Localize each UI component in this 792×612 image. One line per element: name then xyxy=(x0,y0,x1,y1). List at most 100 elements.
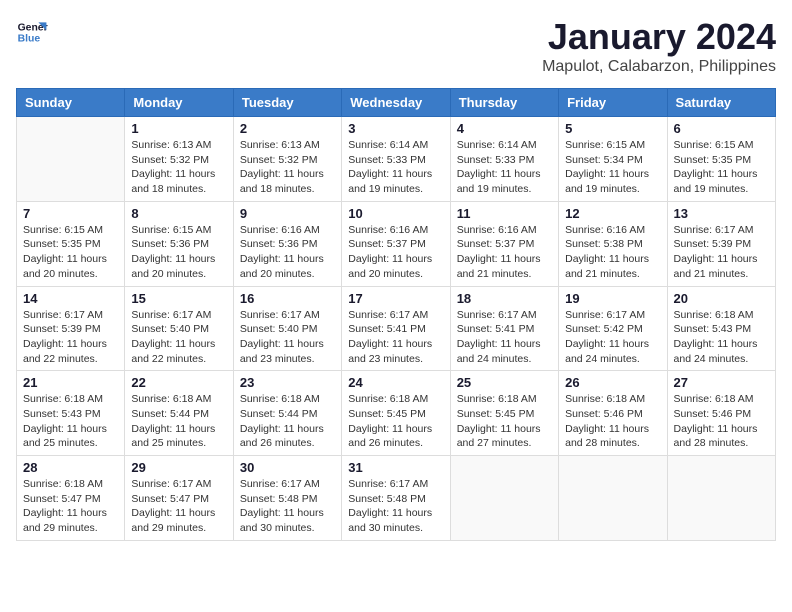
day-number: 28 xyxy=(23,460,118,475)
day-number: 27 xyxy=(674,375,769,390)
day-number: 3 xyxy=(348,121,443,136)
day-info: Sunrise: 6:17 AM Sunset: 5:40 PM Dayligh… xyxy=(131,308,226,367)
calendar-cell: 9 Sunrise: 6:16 AM Sunset: 5:36 PM Daylig… xyxy=(233,201,341,286)
day-info: Sunrise: 6:16 AM Sunset: 5:37 PM Dayligh… xyxy=(348,223,443,282)
day-info: Sunrise: 6:14 AM Sunset: 5:33 PM Dayligh… xyxy=(457,138,552,197)
calendar-cell: 6 Sunrise: 6:15 AM Sunset: 5:35 PM Daylig… xyxy=(667,117,775,202)
day-number: 24 xyxy=(348,375,443,390)
calendar-cell: 15 Sunrise: 6:17 AM Sunset: 5:40 PM Dayli… xyxy=(125,286,233,371)
day-info: Sunrise: 6:18 AM Sunset: 5:44 PM Dayligh… xyxy=(240,392,335,451)
calendar-cell: 24 Sunrise: 6:18 AM Sunset: 5:45 PM Dayli… xyxy=(342,371,450,456)
day-number: 4 xyxy=(457,121,552,136)
calendar-cell xyxy=(667,456,775,541)
day-info: Sunrise: 6:17 AM Sunset: 5:39 PM Dayligh… xyxy=(674,223,769,282)
day-number: 9 xyxy=(240,206,335,221)
title-block: January 2024 Mapulot, Calabarzon, Philip… xyxy=(542,16,776,76)
week-row-5: 28 Sunrise: 6:18 AM Sunset: 5:47 PM Dayli… xyxy=(17,456,776,541)
calendar-header: SundayMondayTuesdayWednesdayThursdayFrid… xyxy=(17,89,776,117)
day-number: 20 xyxy=(674,291,769,306)
calendar-cell: 29 Sunrise: 6:17 AM Sunset: 5:47 PM Dayli… xyxy=(125,456,233,541)
calendar-cell: 25 Sunrise: 6:18 AM Sunset: 5:45 PM Dayli… xyxy=(450,371,558,456)
calendar-cell: 3Sunrise: 6:14 AM Sunset: 5:33 PM Daylig… xyxy=(342,117,450,202)
calendar-cell: 28 Sunrise: 6:18 AM Sunset: 5:47 PM Dayli… xyxy=(17,456,125,541)
day-info: Sunrise: 6:17 AM Sunset: 5:41 PM Dayligh… xyxy=(457,308,552,367)
day-info: Sunrise: 6:17 AM Sunset: 5:48 PM Dayligh… xyxy=(348,477,443,536)
page-title: January 2024 xyxy=(542,16,776,58)
svg-text:Blue: Blue xyxy=(18,34,41,45)
calendar-cell: 19Sunrise: 6:17 AM Sunset: 5:42 PM Dayli… xyxy=(559,286,667,371)
day-number: 7 xyxy=(23,206,118,221)
day-info: Sunrise: 6:15 AM Sunset: 5:34 PM Dayligh… xyxy=(565,138,660,197)
page-subtitle: Mapulot, Calabarzon, Philippines xyxy=(542,58,776,76)
day-number: 2 xyxy=(240,121,335,136)
calendar-cell: 16 Sunrise: 6:17 AM Sunset: 5:40 PM Dayli… xyxy=(233,286,341,371)
day-info: Sunrise: 6:16 AM Sunset: 5:38 PM Dayligh… xyxy=(565,223,660,282)
day-number: 10 xyxy=(348,206,443,221)
day-number: 30 xyxy=(240,460,335,475)
col-header-saturday: Saturday xyxy=(667,89,775,117)
day-number: 22 xyxy=(131,375,226,390)
calendar-cell: 17Sunrise: 6:17 AM Sunset: 5:41 PM Dayli… xyxy=(342,286,450,371)
day-number: 29 xyxy=(131,460,226,475)
calendar-cell: 20 Sunrise: 6:18 AM Sunset: 5:43 PM Dayli… xyxy=(667,286,775,371)
calendar-cell: 1 Sunrise: 6:13 AM Sunset: 5:32 PM Daylig… xyxy=(125,117,233,202)
day-number: 23 xyxy=(240,375,335,390)
day-info: Sunrise: 6:18 AM Sunset: 5:43 PM Dayligh… xyxy=(674,308,769,367)
day-number: 13 xyxy=(674,206,769,221)
day-number: 18 xyxy=(457,291,552,306)
day-number: 1 xyxy=(131,121,226,136)
day-number: 31 xyxy=(348,460,443,475)
day-info: Sunrise: 6:17 AM Sunset: 5:47 PM Dayligh… xyxy=(131,477,226,536)
week-row-4: 21Sunrise: 6:18 AM Sunset: 5:43 PM Dayli… xyxy=(17,371,776,456)
day-number: 5 xyxy=(565,121,660,136)
day-info: Sunrise: 6:18 AM Sunset: 5:47 PM Dayligh… xyxy=(23,477,118,536)
day-number: 14 xyxy=(23,291,118,306)
week-row-1: 1 Sunrise: 6:13 AM Sunset: 5:32 PM Daylig… xyxy=(17,117,776,202)
col-header-friday: Friday xyxy=(559,89,667,117)
day-number: 12 xyxy=(565,206,660,221)
day-number: 26 xyxy=(565,375,660,390)
day-info: Sunrise: 6:18 AM Sunset: 5:45 PM Dayligh… xyxy=(348,392,443,451)
calendar-cell: 30 Sunrise: 6:17 AM Sunset: 5:48 PM Dayli… xyxy=(233,456,341,541)
page-header: General Blue January 2024 Mapulot, Calab… xyxy=(16,16,776,76)
day-info: Sunrise: 6:13 AM Sunset: 5:32 PM Dayligh… xyxy=(131,138,226,197)
calendar-cell: 31 Sunrise: 6:17 AM Sunset: 5:48 PM Dayli… xyxy=(342,456,450,541)
logo: General Blue xyxy=(16,16,48,48)
header-row: SundayMondayTuesdayWednesdayThursdayFrid… xyxy=(17,89,776,117)
calendar-cell: 11Sunrise: 6:16 AM Sunset: 5:37 PM Dayli… xyxy=(450,201,558,286)
calendar-cell xyxy=(559,456,667,541)
day-info: Sunrise: 6:15 AM Sunset: 5:35 PM Dayligh… xyxy=(674,138,769,197)
col-header-wednesday: Wednesday xyxy=(342,89,450,117)
calendar-cell: 7 Sunrise: 6:15 AM Sunset: 5:35 PM Daylig… xyxy=(17,201,125,286)
calendar-cell: 5 Sunrise: 6:15 AM Sunset: 5:34 PM Daylig… xyxy=(559,117,667,202)
day-info: Sunrise: 6:15 AM Sunset: 5:36 PM Dayligh… xyxy=(131,223,226,282)
calendar-cell: 13 Sunrise: 6:17 AM Sunset: 5:39 PM Dayli… xyxy=(667,201,775,286)
calendar-cell: 12 Sunrise: 6:16 AM Sunset: 5:38 PM Dayli… xyxy=(559,201,667,286)
day-info: Sunrise: 6:16 AM Sunset: 5:36 PM Dayligh… xyxy=(240,223,335,282)
day-info: Sunrise: 6:18 AM Sunset: 5:46 PM Dayligh… xyxy=(565,392,660,451)
day-info: Sunrise: 6:17 AM Sunset: 5:40 PM Dayligh… xyxy=(240,308,335,367)
day-number: 16 xyxy=(240,291,335,306)
day-number: 19 xyxy=(565,291,660,306)
day-info: Sunrise: 6:17 AM Sunset: 5:39 PM Dayligh… xyxy=(23,308,118,367)
day-info: Sunrise: 6:18 AM Sunset: 5:43 PM Dayligh… xyxy=(23,392,118,451)
day-number: 11 xyxy=(457,206,552,221)
day-info: Sunrise: 6:15 AM Sunset: 5:35 PM Dayligh… xyxy=(23,223,118,282)
day-number: 6 xyxy=(674,121,769,136)
calendar-cell: 26 Sunrise: 6:18 AM Sunset: 5:46 PM Dayli… xyxy=(559,371,667,456)
week-row-2: 7 Sunrise: 6:15 AM Sunset: 5:35 PM Daylig… xyxy=(17,201,776,286)
day-info: Sunrise: 6:17 AM Sunset: 5:48 PM Dayligh… xyxy=(240,477,335,536)
calendar-cell xyxy=(17,117,125,202)
day-number: 25 xyxy=(457,375,552,390)
day-number: 17 xyxy=(348,291,443,306)
col-header-sunday: Sunday xyxy=(17,89,125,117)
calendar-cell: 23 Sunrise: 6:18 AM Sunset: 5:44 PM Dayli… xyxy=(233,371,341,456)
col-header-tuesday: Tuesday xyxy=(233,89,341,117)
calendar-cell: 18 Sunrise: 6:17 AM Sunset: 5:41 PM Dayli… xyxy=(450,286,558,371)
calendar-cell xyxy=(450,456,558,541)
day-info: Sunrise: 6:18 AM Sunset: 5:46 PM Dayligh… xyxy=(674,392,769,451)
day-number: 15 xyxy=(131,291,226,306)
day-info: Sunrise: 6:13 AM Sunset: 5:32 PM Dayligh… xyxy=(240,138,335,197)
week-row-3: 14 Sunrise: 6:17 AM Sunset: 5:39 PM Dayli… xyxy=(17,286,776,371)
day-info: Sunrise: 6:18 AM Sunset: 5:45 PM Dayligh… xyxy=(457,392,552,451)
